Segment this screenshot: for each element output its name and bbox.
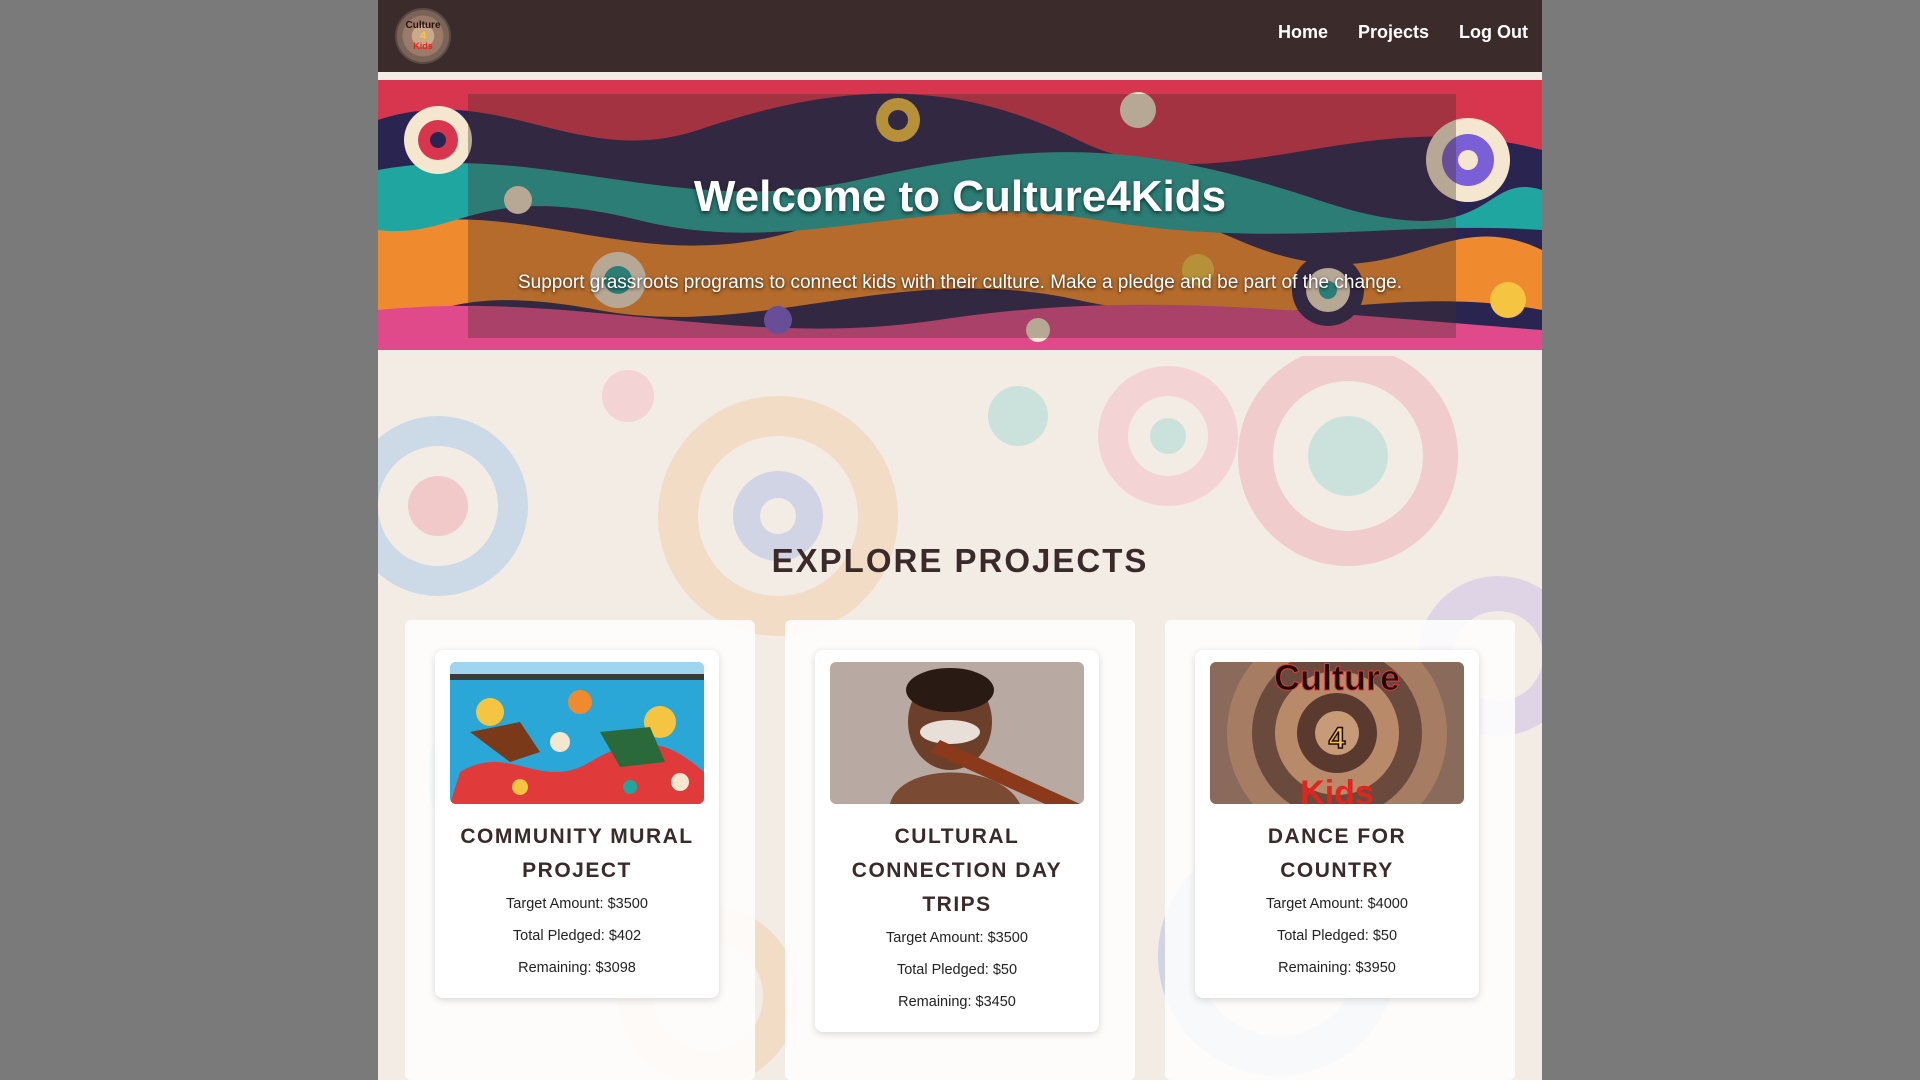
cultural-connection-image[interactable] xyxy=(830,662,1084,804)
project-card-cultural-connection[interactable]: CULTURAL CONNECTION DAY TRIPS Target Amo… xyxy=(815,650,1099,1032)
project-column: COMMUNITY MURAL PROJECT Target Amount: $… xyxy=(405,620,755,1080)
dance-for-country-image[interactable]: Culture 4 Kids xyxy=(1210,662,1464,804)
project-total-pledged: Total Pledged: $50 xyxy=(1276,928,1398,944)
projects-section: EXPLORE PROJECTS COMMUNITY MURAL PROJECT… xyxy=(378,356,1542,1080)
nav-projects-link[interactable]: Projects xyxy=(1358,22,1429,43)
nav-links: Home Projects Log Out xyxy=(1278,22,1528,43)
project-column: Culture 4 Kids DANCE FOR COUNTRY Target … xyxy=(1165,620,1515,1080)
nav-logout-link[interactable]: Log Out xyxy=(1459,22,1528,43)
image-text-kids: Kids xyxy=(1300,774,1374,804)
project-remaining: Remaining: $3950 xyxy=(1278,960,1396,976)
hero-title: Welcome to Culture4Kids xyxy=(693,172,1227,221)
project-remaining: Remaining: $3098 xyxy=(518,960,636,976)
explore-projects-heading: EXPLORE PROJECTS xyxy=(771,542,1149,579)
page-container: Culture 4 Kids Home Projects Log Out Wel… xyxy=(378,0,1542,1080)
community-mural-image[interactable] xyxy=(450,662,704,804)
project-title[interactable]: COMMUNITY MURAL PROJECT xyxy=(449,820,705,888)
project-remaining: Remaining: $3450 xyxy=(898,994,1016,1010)
project-target-amount: Target Amount: $3500 xyxy=(506,896,648,912)
navbar: Culture 4 Kids Home Projects Log Out xyxy=(378,0,1542,72)
project-total-pledged: Total Pledged: $50 xyxy=(896,962,1018,978)
project-target-amount: Target Amount: $3500 xyxy=(886,930,1028,946)
project-total-pledged: Total Pledged: $402 xyxy=(512,928,642,944)
project-card-dance-for-country[interactable]: Culture 4 Kids DANCE FOR COUNTRY Target … xyxy=(1195,650,1479,998)
image-text-4: 4 xyxy=(1329,722,1346,755)
culture4kids-logo[interactable]: Culture 4 Kids xyxy=(395,8,451,64)
logo-text-kids: Kids xyxy=(413,41,433,51)
hero-banner: Welcome to Culture4Kids Support grassroo… xyxy=(378,80,1542,350)
image-text-culture: Culture xyxy=(1274,662,1400,698)
project-target-amount: Target Amount: $4000 xyxy=(1266,896,1408,912)
project-title[interactable]: DANCE FOR COUNTRY xyxy=(1209,820,1465,888)
project-column: CULTURAL CONNECTION DAY TRIPS Target Amo… xyxy=(785,620,1135,1080)
project-card-community-mural[interactable]: COMMUNITY MURAL PROJECT Target Amount: $… xyxy=(435,650,719,998)
project-title[interactable]: CULTURAL CONNECTION DAY TRIPS xyxy=(829,820,1085,922)
hero-subtitle: Support grassroots programs to connect k… xyxy=(517,272,1402,293)
nav-home-link[interactable]: Home xyxy=(1278,22,1328,43)
